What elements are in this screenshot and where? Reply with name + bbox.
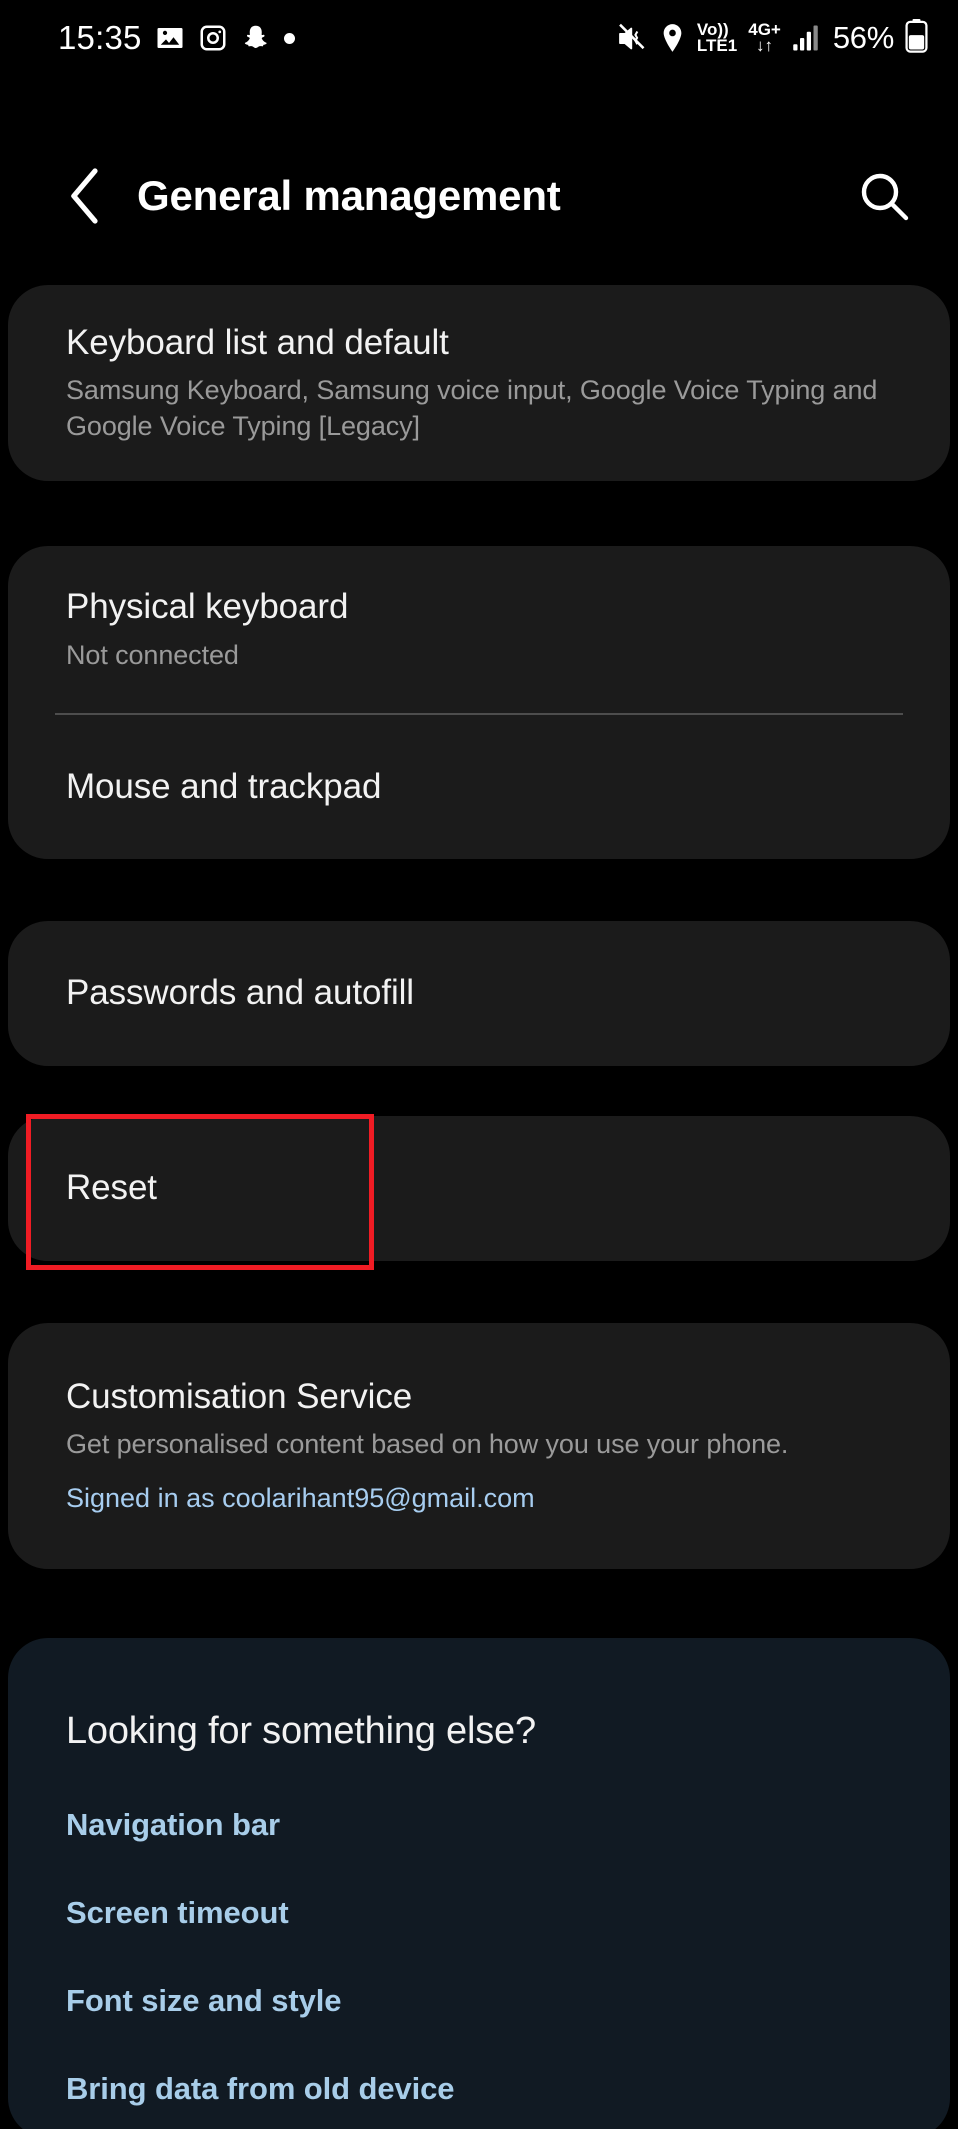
location-pin-icon bbox=[659, 23, 686, 54]
reset-row[interactable]: Reset bbox=[8, 1116, 950, 1261]
instagram-icon bbox=[198, 23, 228, 53]
phone-screen: 15:35 Vo)) LTE1 4G+ ↓↑ 56% General manag… bbox=[0, 0, 958, 2129]
link-navigation-bar[interactable]: Navigation bar bbox=[66, 1807, 892, 1843]
input-devices-card: Physical keyboard Not connected Mouse an… bbox=[8, 546, 950, 859]
page-title: General management bbox=[137, 172, 561, 219]
physical-keyboard-title: Physical keyboard bbox=[66, 586, 349, 626]
link-bring-data-from-old-device[interactable]: Bring data from old device bbox=[66, 2071, 892, 2107]
search-button[interactable] bbox=[854, 166, 914, 226]
signal-bars-icon bbox=[792, 24, 822, 52]
passwords-autofill-card[interactable]: Passwords and autofill bbox=[8, 921, 950, 1066]
status-bar-left: 15:35 bbox=[58, 19, 295, 57]
status-bar-right: Vo)) LTE1 4G+ ↓↑ 56% bbox=[615, 18, 928, 58]
customisation-service-row[interactable]: Customisation Service Get personalised c… bbox=[8, 1323, 950, 1569]
reset-title: Reset bbox=[66, 1168, 157, 1208]
customisation-signed-in-link[interactable]: Signed in as coolarihant95@gmail.com bbox=[66, 1481, 892, 1516]
volte-indicator: Vo)) LTE1 bbox=[696, 21, 738, 55]
customisation-service-title: Customisation Service bbox=[66, 1376, 413, 1416]
keyboard-list-row[interactable]: Keyboard list and default Samsung Keyboa… bbox=[8, 285, 950, 481]
keyboard-list-card[interactable]: Keyboard list and default Samsung Keyboa… bbox=[8, 285, 950, 481]
gallery-icon bbox=[155, 23, 185, 53]
app-bar: General management bbox=[0, 152, 958, 240]
status-bar: 15:35 Vo)) LTE1 4G+ ↓↑ 56% bbox=[0, 0, 958, 76]
data-transfer-arrows: ↓↑ bbox=[756, 36, 774, 55]
keyboard-list-title: Keyboard list and default bbox=[66, 322, 449, 362]
physical-keyboard-subtitle: Not connected bbox=[66, 639, 239, 670]
mute-vibrate-icon bbox=[615, 22, 648, 55]
looking-for-title: Looking for something else? bbox=[66, 1710, 536, 1752]
mouse-trackpad-row[interactable]: Mouse and trackpad bbox=[8, 715, 950, 859]
battery-icon bbox=[905, 18, 928, 58]
search-icon bbox=[861, 173, 909, 221]
snapchat-icon bbox=[241, 23, 271, 53]
dot-indicator bbox=[283, 32, 295, 44]
chevron-left-icon bbox=[71, 168, 98, 224]
link-font-size-and-style[interactable]: Font size and style bbox=[66, 1983, 892, 2019]
customisation-service-card[interactable]: Customisation Service Get personalised c… bbox=[8, 1323, 950, 1569]
back-button[interactable] bbox=[42, 168, 128, 224]
looking-for-something-else-card: Looking for something else? Navigation b… bbox=[8, 1638, 950, 2129]
link-screen-timeout[interactable]: Screen timeout bbox=[66, 1895, 892, 1931]
looking-for-content: Looking for something else? Navigation b… bbox=[8, 1638, 950, 2107]
passwords-autofill-title: Passwords and autofill bbox=[66, 973, 414, 1013]
volte-line-2: LTE1 bbox=[696, 36, 738, 55]
customisation-service-subtitle: Get personalised content based on how yo… bbox=[66, 1429, 789, 1460]
network-type-indicator: 4G+ ↓↑ bbox=[748, 21, 781, 55]
reset-card[interactable]: Reset bbox=[8, 1116, 950, 1261]
status-clock: 15:35 bbox=[58, 19, 142, 56]
passwords-autofill-row[interactable]: Passwords and autofill bbox=[8, 921, 950, 1066]
keyboard-list-subtitle: Samsung Keyboard, Samsung voice input, G… bbox=[66, 375, 878, 441]
mouse-trackpad-title: Mouse and trackpad bbox=[66, 766, 382, 806]
battery-percentage: 56% bbox=[832, 20, 894, 55]
physical-keyboard-row[interactable]: Physical keyboard Not connected bbox=[8, 546, 950, 713]
